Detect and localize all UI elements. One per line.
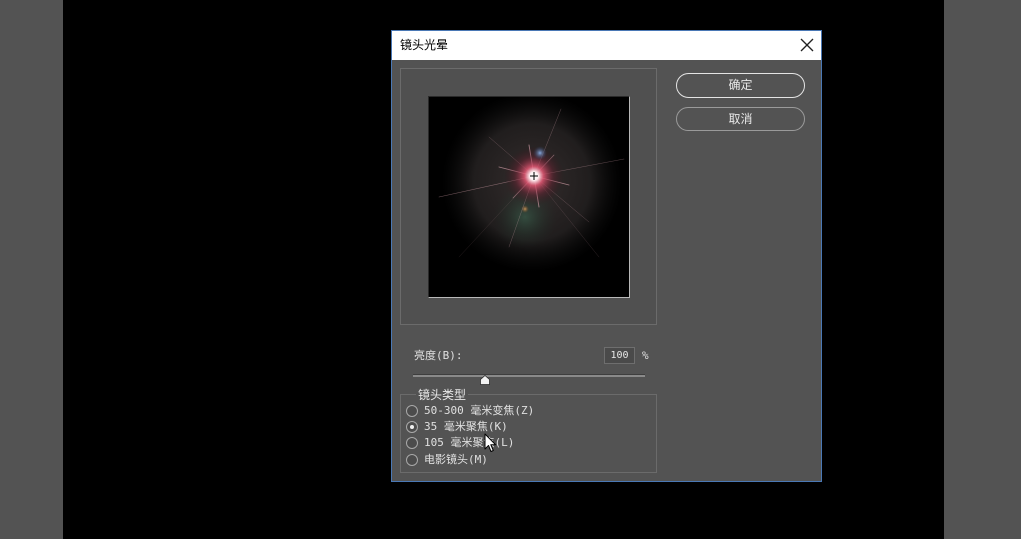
radio-button[interactable]	[406, 405, 418, 417]
dialog-title-bar[interactable]: 镜头光晕	[392, 31, 821, 60]
lens-option-label: 50-300 毫米变焦(Z)	[424, 404, 535, 417]
radio-button[interactable]	[406, 421, 418, 433]
lens-option-movie-prime[interactable]: 电影镜头(M)	[406, 453, 606, 467]
lens-type-legend: 镜头类型	[416, 388, 469, 402]
flare-blue-spot	[533, 146, 547, 160]
flare-preview[interactable]	[428, 96, 630, 298]
lens-option-label: 35 毫米聚焦(K)	[424, 420, 508, 433]
brightness-label: 亮度(B):	[414, 349, 463, 362]
lens-flare-dialog: 镜头光晕 确定 取消 亮度(B): 100 % 镜头类型 50-300 毫米变焦…	[391, 30, 822, 482]
ok-button[interactable]: 确定	[676, 73, 805, 98]
dialog-title: 镜头光晕	[400, 38, 449, 52]
right-workspace-panel	[944, 0, 1021, 539]
lens-option-zoom-50-300[interactable]: 50-300 毫米变焦(Z)	[406, 404, 606, 418]
brightness-unit: %	[642, 349, 649, 362]
lens-option-label: 电影镜头(M)	[424, 453, 488, 466]
cancel-button[interactable]: 取消	[676, 107, 805, 131]
radio-button[interactable]	[406, 454, 418, 466]
slider-thumb-icon[interactable]	[480, 370, 490, 385]
lens-option-prime-105[interactable]: 105 毫米聚焦(L)	[406, 436, 606, 450]
lens-option-label: 105 毫米聚焦(L)	[424, 436, 515, 449]
radio-button[interactable]	[406, 437, 418, 449]
close-icon[interactable]	[799, 37, 815, 53]
brightness-slider-track[interactable]	[413, 374, 645, 377]
lens-option-prime-35[interactable]: 35 毫米聚焦(K)	[406, 420, 606, 434]
left-workspace-panel	[0, 0, 63, 539]
brightness-input[interactable]	[604, 347, 635, 364]
